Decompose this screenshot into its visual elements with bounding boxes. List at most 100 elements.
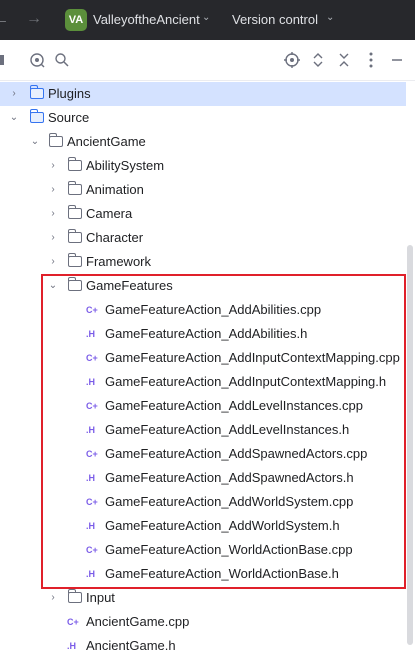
panel-icon[interactable] [0,50,6,70]
tree-item-label: Character [86,230,144,245]
tree-item-framework[interactable]: › Framework [0,250,406,274]
folder-icon [68,253,82,267]
cpp-file-icon: C+ [86,449,98,459]
project-name-dropdown[interactable]: ValleyoftheAncient [93,12,200,27]
chevron-right-icon[interactable]: › [47,226,59,250]
chevron-down-icon[interactable]: ⌄ [47,274,59,298]
folder-icon [68,157,82,171]
tree-file-item[interactable]: C+ GameFeatureAction_AddLevelInstances.c… [0,394,406,418]
close-icon[interactable] [337,50,351,70]
project-toolbar [0,40,415,81]
locate-icon[interactable] [283,50,301,70]
tree-item-label: GameFeatureAction_AddLevelInstances.h [105,422,350,437]
folder-icon [68,589,82,603]
tree-item-camera[interactable]: › Camera [0,202,406,226]
expand-collapse-icon[interactable] [311,50,325,70]
folder-icon [68,277,82,291]
folder-icon [49,133,63,147]
chevron-right-icon[interactable]: › [47,586,59,610]
version-control-dropdown[interactable]: Version control [232,12,318,27]
tree-item-label: Input [86,590,115,605]
tree-item-source[interactable]: ⌄ Source [0,106,406,130]
tree-scrollbar[interactable] [407,245,413,645]
tree-file-item[interactable]: C+ AncientGame.cpp [0,610,406,634]
tree-file-item[interactable]: .H GameFeatureAction_AddSpawnedActors.h [0,466,406,490]
header-file-icon: .H [86,569,95,579]
tree-item-label: GameFeatureAction_WorldActionBase.h [105,566,339,581]
tree-item-label: AncientGame [67,134,146,149]
folder-icon [68,229,82,243]
tree-item-label: Camera [86,206,133,221]
folder-icon [68,181,82,195]
header-file-icon: .H [86,473,95,483]
search-icon[interactable] [54,50,70,70]
tree-file-item[interactable]: C+ GameFeatureAction_WorldActionBase.cpp [0,538,406,562]
cpp-file-icon: C+ [86,353,98,363]
title-bar: ← → VA ValleyoftheAncient ⌄ Version cont… [0,0,415,40]
tree-item-label: Plugins [48,86,91,101]
tree-file-item[interactable]: .H GameFeatureAction_WorldActionBase.h [0,562,406,586]
refresh-icon[interactable] [28,50,46,70]
tree-item-label: GameFeatureAction_AddInputContextMapping… [105,350,400,365]
tree-item-input[interactable]: › Input [0,586,406,610]
chevron-right-icon[interactable]: › [47,202,59,226]
header-file-icon: .H [86,425,95,435]
module-folder-icon [30,85,44,99]
tree-file-item[interactable]: .H GameFeatureAction_AddWorldSystem.h [0,514,406,538]
chevron-down-icon[interactable]: ⌄ [202,12,210,23]
chevron-right-icon[interactable]: › [47,250,59,274]
tree-item-label: AbilitySystem [86,158,165,173]
tree-item-label: AncientGame.h [86,638,176,653]
tree-item-label: GameFeatureAction_AddSpawnedActors.cpp [105,446,368,461]
tree-item-label: GameFeatureAction_AddWorldSystem.h [105,518,340,533]
module-folder-icon [30,109,44,123]
tree-item-label: GameFeatureAction_AddAbilities.h [105,326,308,341]
tree-item-plugins[interactable]: › Plugins [0,82,406,106]
header-file-icon: .H [86,521,95,531]
tree-file-item[interactable]: .H GameFeatureAction_AddLevelInstances.h [0,418,406,442]
tree-item-label: GameFeatures [86,278,173,293]
tree-item-label: GameFeatureAction_AddWorldSystem.cpp [105,494,354,509]
tree-item-label: GameFeatureAction_AddSpawnedActors.h [105,470,354,485]
tree-file-item[interactable]: C+ GameFeatureAction_AddAbilities.cpp [0,298,406,322]
tree-item-ancientgame[interactable]: ⌄ AncientGame [0,130,406,154]
tree-item-label: GameFeatureAction_AddInputContextMapping… [105,374,387,389]
tree-file-item[interactable]: C+ GameFeatureAction_AddInputContextMapp… [0,346,406,370]
forward-arrow-icon[interactable]: → [26,10,42,28]
cpp-file-icon: C+ [86,497,98,507]
tree-file-item[interactable]: C+ GameFeatureAction_AddSpawnedActors.cp… [0,442,406,466]
header-file-icon: .H [86,329,95,339]
chevron-down-icon[interactable]: ⌄ [8,106,20,130]
tree-item-label: GameFeatureAction_AddLevelInstances.cpp [105,398,363,413]
tree-item-label: Animation [86,182,144,197]
more-icon[interactable] [364,50,378,70]
project-badge[interactable]: VA [65,9,87,31]
tree-file-item[interactable]: C+ GameFeatureAction_AddWorldSystem.cpp [0,490,406,514]
tree-file-item[interactable]: .H GameFeatureAction_AddAbilities.h [0,322,406,346]
tree-file-item[interactable]: .H GameFeatureAction_AddInputContextMapp… [0,370,406,394]
tree-item-abilitysystem[interactable]: › AbilitySystem [0,154,406,178]
header-file-icon: .H [86,377,95,387]
tree-item-animation[interactable]: › Animation [0,178,406,202]
tree-item-character[interactable]: › Character [0,226,406,250]
tree-item-label: GameFeatureAction_AddAbilities.cpp [105,302,322,317]
tree-item-label: GameFeatureAction_WorldActionBase.cpp [105,542,353,557]
header-file-icon: .H [67,641,76,651]
back-arrow-icon[interactable]: ← [0,11,9,28]
chevron-right-icon[interactable]: › [47,178,59,202]
tree-item-label: AncientGame.cpp [86,614,190,629]
tree-item-label: Framework [86,254,152,269]
chevron-down-icon[interactable]: ⌄ [326,12,334,23]
tree-item-gamefeatures[interactable]: ⌄ GameFeatures [0,274,406,298]
cpp-file-icon: C+ [86,305,98,315]
folder-icon [68,205,82,219]
chevron-right-icon[interactable]: › [47,154,59,178]
cpp-file-icon: C+ [86,401,98,411]
chevron-down-icon[interactable]: ⌄ [29,130,41,154]
tree-file-item[interactable]: .H AncientGame.h [0,634,406,658]
chevron-right-icon[interactable]: › [8,82,20,106]
cpp-file-icon: C+ [67,617,79,627]
cpp-file-icon: C+ [86,545,98,555]
tree-item-label: Source [48,110,90,125]
minimize-icon[interactable] [390,50,404,70]
